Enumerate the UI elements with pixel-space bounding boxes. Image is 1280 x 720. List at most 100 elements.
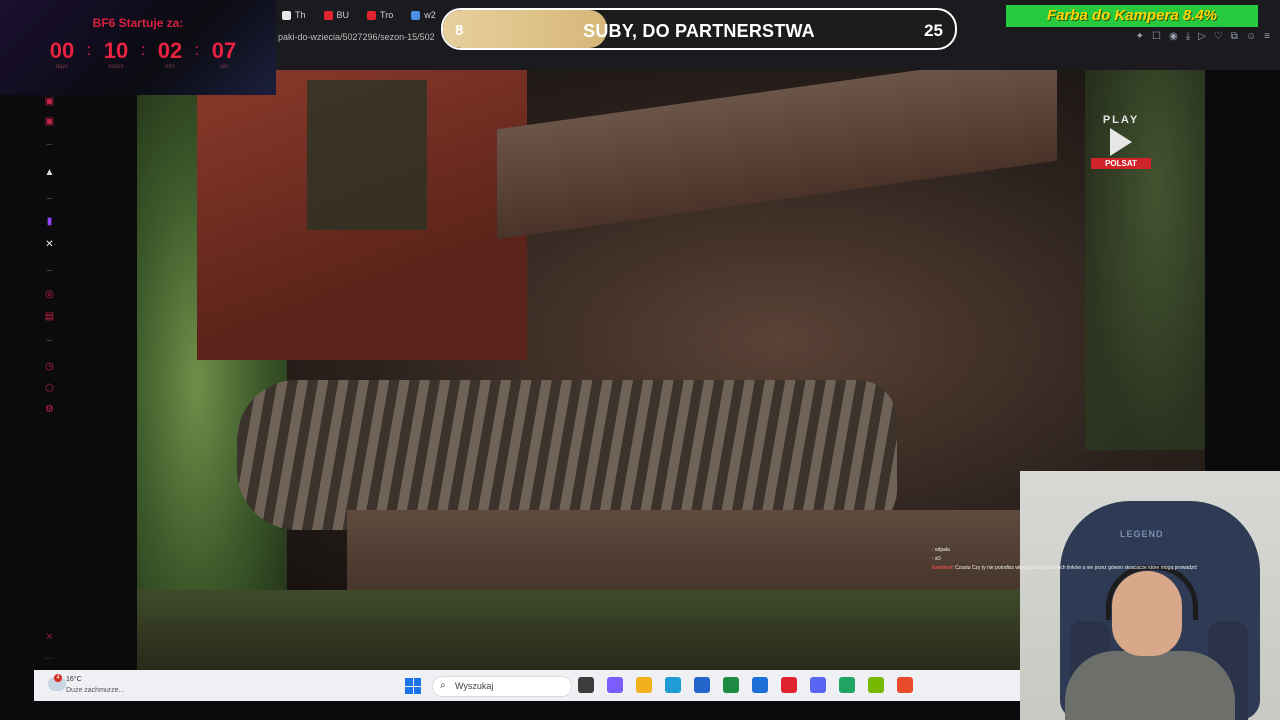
taskbar-app-edge-icon[interactable]	[665, 677, 681, 693]
taskbar-app-editor-icon[interactable]	[752, 677, 768, 693]
play-icon[interactable]: ▷	[1198, 31, 1206, 42]
taskbar-search-placeholder: Wyszukaj	[455, 681, 494, 691]
sidebar-divider: –	[46, 265, 53, 276]
countdown-seconds-label: sec	[219, 64, 229, 70]
chat-message-text: : xD	[932, 556, 941, 562]
taskbar-app-nvidia-icon[interactable]	[868, 677, 884, 693]
countdown-days-label: days	[55, 64, 69, 70]
tab-favicon-icon	[411, 10, 421, 20]
profile-icon[interactable]: ☺	[1246, 31, 1256, 42]
webcam-feed: LEGEND	[1020, 471, 1280, 720]
sidebar-app-icon[interactable]: ⬠	[44, 383, 55, 394]
windows-taskbar: 4 16°C Duże zachmurze... ⌕ Wyszukaj	[34, 670, 1020, 701]
countdown-separator: :	[140, 42, 146, 59]
windows-logo-tile	[405, 686, 413, 694]
browser-tab-label: w2	[424, 10, 436, 20]
chat-message: kamilosf: Czasiu Czy ty nie potrafisz wk…	[932, 564, 1252, 573]
webcam-chair-brand: LEGEND	[1120, 529, 1164, 539]
video-scene-cab-window	[307, 80, 427, 230]
browser-tab[interactable]: w2	[405, 6, 442, 24]
countdown-hours: 10 hours	[98, 38, 134, 70]
countdown-timer: 00 days : 10 hours : 02 min : 07 sec	[44, 38, 242, 70]
chat-username: kamilosf	[932, 565, 953, 571]
taskbar-app-excel-like-icon[interactable]	[723, 677, 739, 693]
subs-goal-bar: 8 SUBY, DO PARTNERSTWA 25	[441, 8, 957, 50]
taskbar-app-green-app-icon[interactable]	[839, 677, 855, 693]
weather-temperature[interactable]: 16°C	[66, 676, 82, 683]
download-icon[interactable]: ⤓	[1186, 31, 1190, 42]
promo-banner: Farba do Kampera 8.4%	[1006, 5, 1258, 27]
twitch-icon[interactable]: ▮	[44, 216, 55, 227]
countdown-widget: BF6 Startuje za: 00 days : 10 hours : 02…	[0, 0, 276, 95]
browser-tab[interactable]: Tro	[361, 6, 399, 24]
sidebar-app-icon[interactable]: ▤	[44, 311, 55, 322]
countdown-minutes-value: 02	[157, 38, 183, 63]
video-scene-tractor-hood	[497, 70, 1057, 240]
taskbar-app-discord-icon[interactable]	[810, 677, 826, 693]
channel-logo: PLAY POLSAT	[1091, 114, 1151, 172]
x-icon[interactable]: ✕	[44, 239, 55, 250]
menu-icon[interactable]: ≡	[1264, 31, 1270, 42]
history-icon[interactable]: ◷	[44, 361, 55, 372]
more-icon[interactable]: ···	[44, 653, 55, 664]
settings-icon[interactable]: ⚙	[44, 404, 55, 415]
taskbar-app-opera-icon[interactable]	[781, 677, 797, 693]
browser-tab[interactable]: BU	[318, 6, 356, 24]
tabs-icon[interactable]: ⧉	[1231, 31, 1238, 42]
chat-message-text: : odpala	[932, 547, 950, 553]
tab-favicon-icon	[367, 10, 377, 20]
browser-tab[interactable]: Th	[276, 6, 312, 24]
address-bar-url[interactable]: paki-do-wziecia/5027296/sezon-15/502	[278, 32, 435, 42]
windows-logo-tile	[413, 686, 421, 694]
browser-sidebar: ▣ ▣ – ▲ – ▮ ✕ – ◎ ▤ – ◷ ⬠ ⚙ ✕ ···	[34, 95, 66, 670]
countdown-title: BF6 Startuje za:	[92, 16, 184, 30]
taskbar-app-store-icon[interactable]	[694, 677, 710, 693]
sidebar-app-icon[interactable]: ▣	[44, 96, 55, 107]
shield-icon[interactable]: ◉	[1169, 31, 1178, 42]
webcam-streamer-shirt	[1065, 651, 1235, 720]
chat-message-text: : Czasiu Czy ty nie potrafisz wklejać be…	[952, 565, 1198, 571]
sidebar-app-icon[interactable]: ◎	[44, 289, 55, 300]
subs-goal-target: 25	[924, 21, 943, 40]
sidebar-app-icon[interactable]: ✕	[44, 632, 55, 643]
taskbar-app-file-explorer-icon[interactable]	[636, 677, 652, 693]
countdown-days-value: 00	[49, 38, 75, 63]
countdown-seconds: 07 sec	[206, 38, 242, 70]
windows-logo-tile	[405, 678, 413, 686]
search-icon: ⌕	[440, 680, 446, 691]
weather-description[interactable]: Duże zachmurze...	[66, 687, 124, 694]
weather-notification-badge: 4	[54, 674, 62, 682]
taskbar-search[interactable]: ⌕ Wyszukaj	[432, 676, 572, 697]
bookmark-icon[interactable]: ☐	[1152, 31, 1161, 42]
chat-message: : xD	[932, 555, 1252, 564]
start-button[interactable]	[405, 678, 421, 694]
browser-tab-label: BU	[336, 10, 350, 20]
tab-favicon-icon	[282, 10, 291, 20]
taskbar-app-copilot-icon[interactable]	[607, 677, 623, 693]
countdown-minutes-label: min	[165, 64, 175, 70]
browser-tab-label: Th	[295, 10, 306, 20]
taskbar-app-task-view-icon[interactable]	[578, 677, 594, 693]
extensions-icon[interactable]: ✦	[1136, 31, 1144, 42]
countdown-minutes: 02 min	[152, 38, 188, 70]
taskbar-app-red-app-icon[interactable]	[897, 677, 913, 693]
browser-toolbar: ✦ ☐ ◉ ⤓ ▷ ♡ ⧉ ☺ ≡	[1136, 31, 1270, 42]
sidebar-app-icon[interactable]: ▲	[44, 167, 55, 178]
sidebar-divider: –	[46, 193, 53, 204]
subs-goal-label: SUBY, DO PARTNERSTWA	[583, 21, 815, 41]
countdown-separator: :	[86, 42, 92, 59]
tab-favicon-icon	[323, 10, 333, 20]
sidebar-divider: –	[46, 335, 53, 346]
video-scene-crawler-track	[237, 380, 897, 530]
chat-overlay: : odpala : xD kamilosf: Czasiu Czy ty nie …	[932, 546, 1252, 573]
chat-message: : odpala	[932, 546, 1252, 555]
channel-logo-text: PLAY	[1102, 114, 1140, 126]
channel-logo-brand: POLSAT	[1091, 158, 1151, 169]
heart-icon[interactable]: ♡	[1214, 31, 1223, 42]
countdown-days: 00 days	[44, 38, 80, 70]
sidebar-app-icon[interactable]: ▣	[44, 116, 55, 127]
countdown-seconds-value: 07	[211, 38, 237, 63]
sidebar-divider: –	[46, 139, 53, 150]
windows-logo-tile	[413, 678, 421, 686]
browser-tab-label: Tro	[380, 10, 394, 20]
